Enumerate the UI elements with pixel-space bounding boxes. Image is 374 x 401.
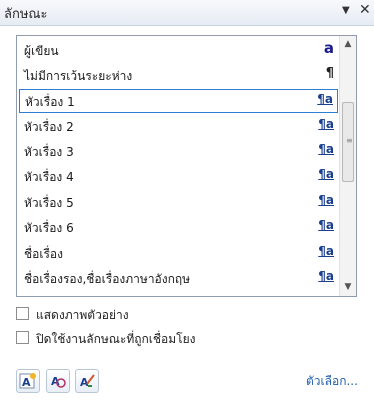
character-style-icon: a — [323, 39, 334, 57]
style-inspector-button[interactable]: A — [46, 369, 70, 393]
paragraph-style-icon: ¶ — [325, 66, 334, 81]
linked-style-icon: ¶a — [318, 193, 334, 207]
style-item-author[interactable]: ผู้เขียน a — [19, 39, 338, 63]
scroll-thumb[interactable]: ≡ — [342, 102, 354, 182]
svg-text:A: A — [22, 376, 31, 389]
linked-style-icon: ¶a — [317, 92, 333, 106]
style-item-heading-6[interactable]: หัวเรื่อง 6 ¶a — [19, 216, 338, 240]
new-style-button[interactable]: A — [16, 369, 40, 393]
style-item-heading-3[interactable]: หัวเรื่อง 3 ¶a — [19, 140, 338, 164]
styles-list[interactable]: ผู้เขียน a ไม่มีการเว้นระยะห่าง ¶ หัวเรื… — [16, 35, 357, 297]
style-label: ชื่อเรื่องรอง,ชื่อเรื่องภาษาอังกฤษ — [24, 272, 191, 286]
style-inspector-icon: A — [51, 375, 66, 388]
grip-icon: ≡ — [346, 136, 353, 145]
show-preview-checkbox[interactable] — [16, 307, 29, 320]
style-item-heading-1[interactable]: หัวเรื่อง 1 ¶a — [19, 89, 338, 113]
new-style-icon: A — [19, 373, 36, 389]
linked-style-icon: ¶a — [318, 269, 334, 283]
linked-style-icon: ¶a — [318, 117, 334, 131]
style-item-no-spacing[interactable]: ไม่มีการเว้นระยะห่าง ¶ — [19, 64, 338, 88]
scroll-up-icon[interactable]: ▲ — [340, 36, 356, 52]
style-item-heading-4[interactable]: หัวเรื่อง 4 ¶a — [19, 165, 338, 189]
style-item-heading-5[interactable]: หัวเรื่อง 5 ¶a — [19, 191, 338, 215]
scroll-down-icon[interactable]: ▼ — [340, 279, 356, 295]
disable-linked-label: ปิดใช้งานลักษณะที่ถูกเชื่อมโยง — [36, 332, 196, 346]
styles-pane: ลักษณะ ▼ ✕ ผู้เขียน a ไม่มีการเว้นระยะห่… — [0, 0, 374, 401]
pane-title: ลักษณะ — [4, 7, 48, 22]
manage-styles-icon: A — [80, 374, 95, 389]
pane-titlebar: ลักษณะ ▼ ✕ — [0, 0, 374, 26]
style-label: ไม่มีการเว้นระยะห่าง — [24, 69, 133, 83]
linked-style-icon: ¶a — [318, 142, 334, 156]
style-label: หัวเรื่อง 1 — [25, 95, 75, 109]
style-label: ผู้เขียน — [24, 44, 59, 58]
manage-styles-button[interactable]: A — [75, 369, 99, 393]
style-label: ชื่อเรื่อง — [24, 247, 63, 261]
linked-style-icon: ¶a — [318, 244, 334, 258]
close-icon[interactable]: ✕ — [359, 2, 371, 18]
style-label: หัวเรื่อง 2 — [24, 120, 74, 134]
style-item-title[interactable]: ชื่อเรื่อง ¶a — [19, 242, 338, 266]
style-label: หัวเรื่อง 6 — [24, 221, 74, 235]
style-item-subtitle[interactable]: ชื่อเรื่องรอง,ชื่อเรื่องภาษาอังกฤษ ¶a — [19, 267, 338, 291]
options-link[interactable]: ตัวเลือก... — [306, 372, 358, 391]
style-label: หัวเรื่อง 4 — [24, 170, 74, 184]
pane-menu-icon[interactable]: ▼ — [342, 5, 350, 16]
style-label: หัวเรื่อง 5 — [24, 196, 74, 210]
style-item-heading-2[interactable]: หัวเรื่อง 2 ¶a — [19, 115, 338, 139]
linked-style-icon: ¶a — [318, 167, 334, 181]
linked-style-icon: ¶a — [318, 218, 334, 232]
style-label: หัวเรื่อง 3 — [24, 145, 74, 159]
disable-linked-checkbox[interactable] — [16, 331, 29, 344]
show-preview-label: แสดงภาพตัวอย่าง — [36, 308, 129, 322]
vertical-scrollbar[interactable]: ▲ ≡ ▼ — [339, 36, 356, 296]
